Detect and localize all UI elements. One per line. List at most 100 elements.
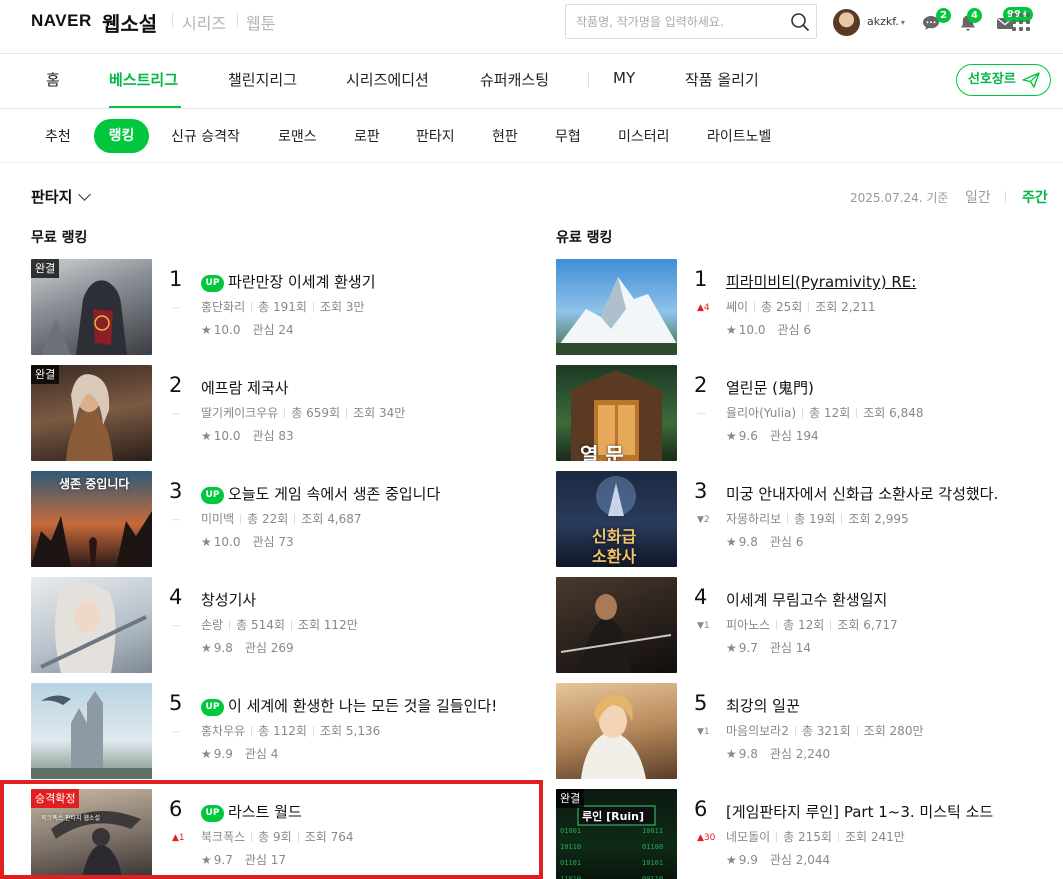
cover-image[interactable] <box>31 683 152 779</box>
list-item[interactable]: 완결 2 — 에프람 제국사 딸기케이크우유 총 659회 조회 34만 ★ 10.0… <box>31 365 531 462</box>
novel-title[interactable]: 파란만장 이세계 환생기 <box>228 273 376 291</box>
genre-dropdown[interactable]: 판타지 <box>31 186 92 207</box>
author[interactable]: 미미백 <box>201 512 234 526</box>
interest-count: 관심 4 <box>244 747 279 761</box>
subnav-recommend[interactable]: 추천 <box>45 126 71 146</box>
search-icon[interactable] <box>790 12 810 32</box>
list-item[interactable]: 5 — UP 이 세계에 환생한 나는 모든 것을 길들인다! 홍차우유 총 112… <box>31 683 531 780</box>
nav-best-league[interactable]: 베스트리그 <box>109 69 178 90</box>
nav-home[interactable]: 홈 <box>46 69 60 90</box>
view-count: 조회 2,211 <box>815 300 876 314</box>
apps-grid-icon[interactable] <box>1012 13 1030 31</box>
subnav-ranking[interactable]: 랭킹 <box>94 119 149 153</box>
title-row[interactable]: 이세계 무림고수 환생일지 <box>726 589 887 610</box>
promotion-confirmed-tag: 승격확정 <box>31 789 80 808</box>
novel-title[interactable]: 최강의 일꾼 <box>726 697 800 715</box>
subnav-new-promoted[interactable]: 신규 승격작 <box>171 126 240 146</box>
list-item[interactable]: 열 문 2 — 열린문 (鬼門) 율리아(Yulia) 총 12회 조회 6,848… <box>556 365 1056 462</box>
author[interactable]: 손랑 <box>201 618 223 632</box>
novel-title[interactable]: 피라미비티(Pyramivity) RE: <box>726 273 916 291</box>
author[interactable]: 피아노스 <box>726 618 770 632</box>
cover-image[interactable] <box>556 683 677 779</box>
cover-image[interactable]: 열 문 <box>556 365 677 461</box>
subnav-fantasy[interactable]: 판타지 <box>416 126 455 146</box>
webtoon-link[interactable]: 웹툰 <box>246 10 275 34</box>
title-row[interactable]: [게임판타지 루인] Part 1~3. 미스틱 소드 <box>726 801 993 822</box>
rank-number: 5 <box>694 691 708 715</box>
list-item[interactable]: 5 ▼1 최강의 일꾼 마음의보라2 총 321회 조회 280만 ★ 9.8 관심 2… <box>556 683 1056 780</box>
period-weekly-tab[interactable]: 주간 <box>1022 187 1048 207</box>
cover-image[interactable]: 신화급 소환사 <box>556 471 677 567</box>
webnovel-logo[interactable]: 웹소설 <box>102 8 157 37</box>
author[interactable]: 마음의보라2 <box>726 724 789 738</box>
cover-image[interactable] <box>31 577 152 673</box>
cover-image[interactable]: 완결 <box>31 259 152 355</box>
episode-count: 총 25회 <box>761 300 803 314</box>
cover-image[interactable]: 승격확정 북크폭스 판타지 웹소설 <box>31 789 152 879</box>
cover-image[interactable]: 생존 중입니다 <box>31 471 152 567</box>
list-item[interactable]: 4 ▼1 이세계 무림고수 환생일지 피아노스 총 12회 조회 6,717 ★ 9.… <box>556 577 1056 674</box>
nav-upload-work[interactable]: 작품 올리기 <box>685 69 759 90</box>
subnav-modern-fantasy[interactable]: 현판 <box>492 126 518 146</box>
naver-logo[interactable]: NAVER <box>31 11 92 31</box>
list-item[interactable]: 생존 중입니다 3 — UP 오늘도 게임 속에서 생존 중입니다 미미백 총 22… <box>31 471 531 568</box>
search-input[interactable] <box>576 11 776 33</box>
author[interactable]: 딸기케이크우유 <box>201 406 278 420</box>
subnav-romance[interactable]: 로맨스 <box>278 126 317 146</box>
novel-title[interactable]: 오늘도 게임 속에서 생존 중입니다 <box>228 485 440 503</box>
list-item[interactable]: 4 — 창성기사 손랑 총 514회 조회 112만 ★ 9.8 관심 269 <box>31 577 531 674</box>
author[interactable]: 홍차우유 <box>201 724 245 738</box>
list-item[interactable]: 01001 10110 01101 11010 10011 01100 10101 0011… <box>556 789 1056 879</box>
author[interactable]: 네모돌이 <box>726 830 770 844</box>
novel-title[interactable]: 라스트 월드 <box>228 803 302 821</box>
author[interactable]: 홍단화리 <box>201 300 245 314</box>
subnav-rofan[interactable]: 로판 <box>354 126 380 146</box>
nav-my[interactable]: MY <box>613 69 635 87</box>
list-item[interactable]: 승격확정 북크폭스 판타지 웹소설 6 ▲1 UP 라스트 월드 북크폭스 총 9회… <box>31 789 531 879</box>
novel-title[interactable]: 열린문 (鬼門) <box>726 379 814 397</box>
cover-image[interactable] <box>556 259 677 355</box>
subnav-mystery[interactable]: 미스터리 <box>618 126 670 146</box>
subnav-martial-arts[interactable]: 무협 <box>555 126 581 146</box>
novel-title[interactable]: [게임판타지 루인] Part 1~3. 미스틱 소드 <box>726 803 993 821</box>
cover-image[interactable] <box>556 577 677 673</box>
novel-title[interactable]: 이 세계에 환생한 나는 모든 것을 길들인다! <box>228 697 497 715</box>
title-row[interactable]: 최강의 일꾼 <box>726 695 800 716</box>
title-row[interactable]: 피라미비티(Pyramivity) RE: <box>726 271 916 292</box>
title-row[interactable]: UP 파란만장 이세계 환생기 <box>201 271 376 292</box>
favorite-genre-button[interactable]: 선호장르 <box>956 64 1051 96</box>
list-item[interactable]: 신화급 소환사 3 ▼2 미궁 안내자에서 신화급 소환사로 각성했다. 자몽하… <box>556 471 1056 568</box>
period-daily-tab[interactable]: 일간 <box>965 187 991 207</box>
author[interactable]: 자몽하리보 <box>726 512 781 526</box>
novel-title[interactable]: 에프람 제국사 <box>201 379 289 397</box>
nav-super-casting[interactable]: 슈퍼캐스팅 <box>480 69 549 90</box>
novel-title[interactable]: 이세계 무림고수 환생일지 <box>726 591 887 609</box>
cover-text: 소환사 <box>592 547 637 566</box>
title-row[interactable]: UP 이 세계에 환생한 나는 모든 것을 길들인다! <box>201 695 497 716</box>
title-row[interactable]: 창성기사 <box>201 589 256 610</box>
interest-count: 관심 269 <box>244 641 294 655</box>
title-row[interactable]: UP 오늘도 게임 속에서 생존 중입니다 <box>201 483 440 504</box>
novel-title[interactable]: 미궁 안내자에서 신화급 소환사로 각성했다. <box>726 485 998 503</box>
series-link[interactable]: 시리즈 <box>182 10 226 34</box>
nav-series-edition[interactable]: 시리즈에디션 <box>346 69 429 90</box>
cover-image[interactable]: 완결 <box>31 365 152 461</box>
title-row[interactable]: 미궁 안내자에서 신화급 소환사로 각성했다. <box>726 483 998 504</box>
user-menu[interactable]: akzkf. ▾ <box>867 15 905 28</box>
novel-title[interactable]: 창성기사 <box>201 591 256 609</box>
avatar[interactable] <box>833 9 860 36</box>
list-item[interactable]: 1 ▲4 피라미비티(Pyramivity) RE: 쎄이 총 25회 조회 2,2… <box>556 259 1056 356</box>
title-row[interactable]: 열린문 (鬼門) <box>726 377 814 398</box>
list-item[interactable]: 완결 1 — UP 파란만장 이세계 환생기 홍단화리 총 191회 조회 3만 ★ 1… <box>31 259 531 356</box>
nav-challenge-league[interactable]: 챌린지리그 <box>228 69 297 90</box>
author[interactable]: 율리아(Yulia) <box>726 406 796 420</box>
rating: 9.9 <box>213 747 233 761</box>
subnav-light-novel[interactable]: 라이트노벨 <box>707 126 771 146</box>
title-row[interactable]: UP 라스트 월드 <box>201 801 302 822</box>
cover-image[interactable]: 01001 10110 01101 11010 10011 01100 10101 0011… <box>556 789 677 879</box>
star-icon: ★ <box>201 747 212 761</box>
star-icon: ★ <box>726 535 737 549</box>
title-row[interactable]: 에프람 제국사 <box>201 377 289 398</box>
author[interactable]: 북크폭스 <box>201 830 245 844</box>
author[interactable]: 쎄이 <box>726 300 748 314</box>
